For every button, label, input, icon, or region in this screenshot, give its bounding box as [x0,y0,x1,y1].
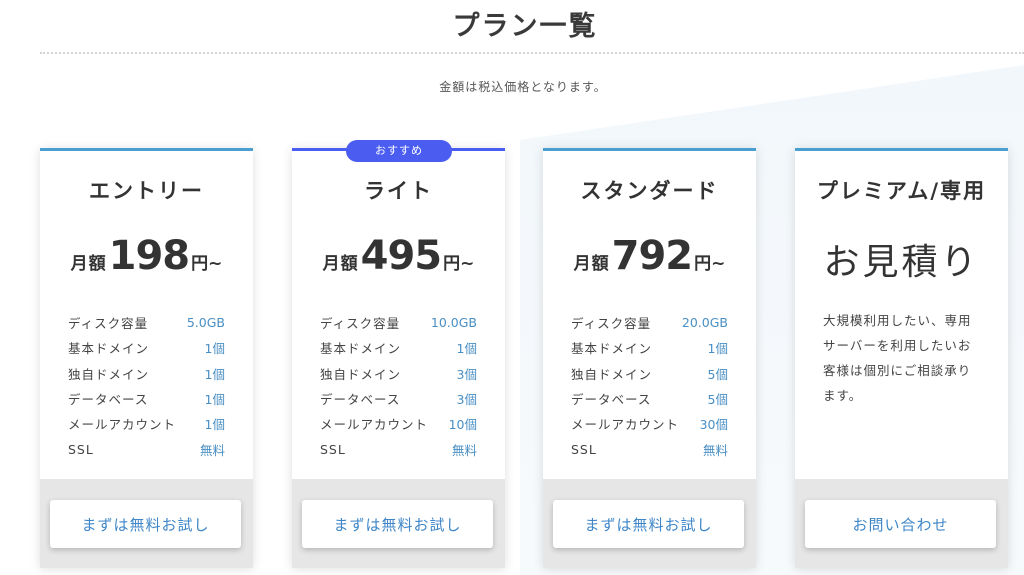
spec-value: 1個 [204,392,225,408]
plan-description: 大規模利用したい、専用サーバーを利用したいお客様は個別にご相談承ります。 [823,313,972,403]
plan-name: スタンダード [580,179,719,203]
spec-value: 30個 [699,417,728,433]
spec-value: 5個 [707,392,728,408]
spec-row-database: データベース 5個 [571,386,728,411]
plan-card-lite: おすすめ ライト 月額495 円~ ディスク容量 10.0GB 基本ドメイン 1個 独… [292,140,505,568]
spec-label: ディスク容量 [68,316,149,332]
free-trial-button[interactable]: まずは無料お試し [553,500,744,548]
spec-label: SSL [68,441,94,457]
spec-label: SSL [571,441,597,457]
price-amount: 495 [360,233,442,279]
spec-value: 無料 [199,442,225,458]
price-prefix: 月額 [70,254,107,274]
spec-label: 独自ドメイン [68,366,150,382]
spec-row-base-domain: 基本ドメイン 1個 [320,335,477,360]
page-title: プラン一覧 [452,11,598,42]
plan-price: 月額198 円~ [40,233,253,279]
price-note: 金額は税込価格となります。 [439,80,607,94]
spec-value: 1個 [204,417,225,433]
spec-label: SSL [320,441,346,457]
spec-row-disk: ディスク容量 10.0GB [320,310,477,335]
spec-value: 5個 [707,366,728,382]
spec-row-base-domain: 基本ドメイン 1個 [68,335,225,360]
spec-value: 3個 [456,366,477,382]
spec-row-base-domain: 基本ドメイン 1個 [571,335,728,360]
price-amount: 792 [611,233,693,279]
spec-row-custom-domain: 独自ドメイン 3個 [320,361,477,386]
price-suffix: 円~ [694,254,726,274]
spec-value: 1個 [707,341,728,357]
spec-value: 20.0GB [681,315,728,331]
title-divider [40,52,1024,54]
spec-row-mail: メールアカウント 10個 [320,411,477,436]
spec-row-custom-domain: 独自ドメイン 1個 [68,361,225,386]
spec-value: 5.0GB [186,315,225,331]
spec-label: 独自ドメイン [320,366,402,382]
spec-value: 無料 [451,442,477,458]
spec-label: メールアカウント [320,417,429,433]
spec-label: データベース [571,392,652,408]
plan-name: プレミアム/専用 [816,179,987,203]
spec-label: データベース [320,392,401,408]
spec-row-custom-domain: 独自ドメイン 5個 [571,361,728,386]
price-prefix: 月額 [322,254,359,274]
plan-card-premium: プレミアム/専用 お見積り 大規模利用したい、専用サーバーを利用したいお客様は個… [795,148,1008,568]
spec-row-disk: ディスク容量 5.0GB [68,310,225,335]
free-trial-button[interactable]: まずは無料お試し [50,500,241,548]
spec-row-ssl: SSL 無料 [320,436,477,461]
spec-label: ディスク容量 [571,316,652,332]
plan-price: 月額495 円~ [292,233,505,279]
plan-name: エントリー [89,179,204,203]
plan-name: ライト [364,179,433,203]
spec-list: ディスク容量 10.0GB 基本ドメイン 1個 独自ドメイン 3個 データベース 3個 … [320,310,477,462]
free-trial-button[interactable]: まずは無料お試し [302,500,493,548]
spec-value: 1個 [456,341,477,357]
price-suffix: 円~ [443,254,475,274]
spec-row-mail: メールアカウント 1個 [68,411,225,436]
spec-label: 基本ドメイン [68,341,150,357]
spec-value: 10.0GB [430,315,477,331]
spec-label: 基本ドメイン [571,341,653,357]
spec-list: ディスク容量 5.0GB 基本ドメイン 1個 独自ドメイン 1個 データベース 1個 メ… [68,310,225,462]
spec-label: ディスク容量 [320,316,401,332]
price-prefix: 月額 [573,254,610,274]
spec-row-mail: メールアカウント 30個 [571,411,728,436]
spec-row-database: データベース 3個 [320,386,477,411]
contact-button[interactable]: お問い合わせ [805,500,996,548]
spec-value: 10個 [448,417,477,433]
spec-row-ssl: SSL 無料 [68,436,225,461]
spec-value: 1個 [204,341,225,357]
spec-value: 3個 [456,392,477,408]
price-amount: 198 [108,233,190,279]
spec-row-disk: ディスク容量 20.0GB [571,310,728,335]
spec-label: メールアカウント [68,417,177,433]
spec-row-database: データベース 1個 [68,386,225,411]
price-estimate: お見積り [823,242,980,283]
spec-value: 1個 [204,366,225,382]
spec-label: 独自ドメイン [571,366,653,382]
spec-label: データベース [68,392,149,408]
plan-price: 月額792 円~ [543,233,756,279]
spec-value: 無料 [702,442,728,458]
plan-card-entry: エントリー 月額198 円~ ディスク容量 5.0GB 基本ドメイン 1個 独自ドメイ… [40,148,253,568]
spec-label: メールアカウント [571,417,680,433]
spec-list: ディスク容量 20.0GB 基本ドメイン 1個 独自ドメイン 5個 データベース 5個 … [571,310,728,462]
recommended-badge: おすすめ [346,140,452,162]
spec-row-ssl: SSL 無料 [571,436,728,461]
plan-card-standard: スタンダード 月額792 円~ ディスク容量 20.0GB 基本ドメイン 1個 独自ド… [543,148,756,568]
price-suffix: 円~ [191,254,223,274]
spec-label: 基本ドメイン [320,341,402,357]
